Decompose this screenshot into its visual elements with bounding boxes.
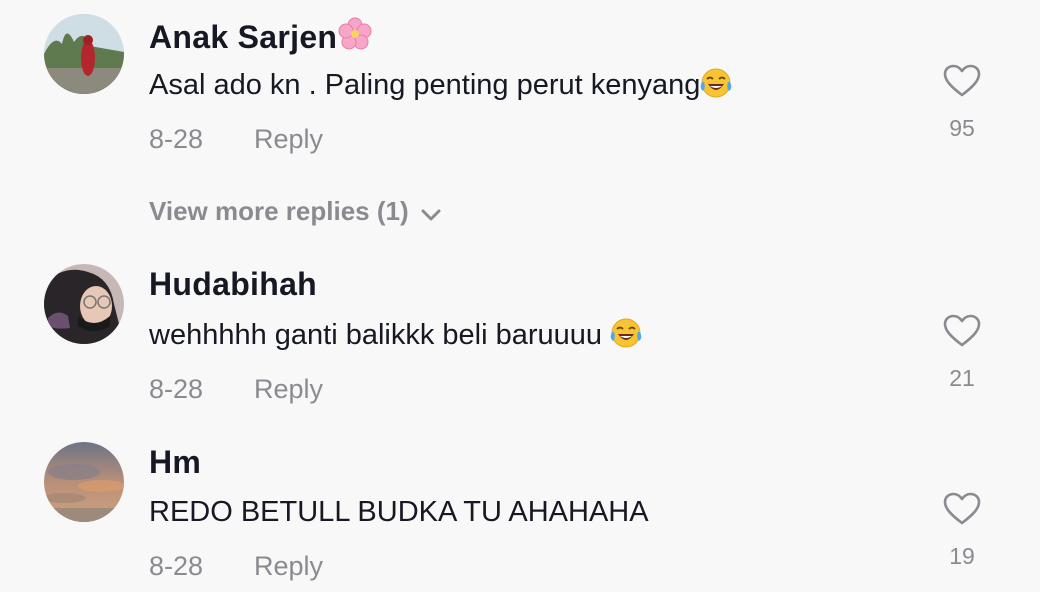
chevron-down-icon (421, 198, 441, 229)
comment-text: Asal ado kn . Paling penting perut kenya… (149, 68, 732, 106)
like-group: 21 (940, 314, 984, 392)
like-count: 95 (949, 115, 975, 141)
comment-date: 8-28 (149, 374, 204, 404)
heart-icon[interactable] (940, 64, 984, 103)
comment-meta: 8-28 Reply (149, 124, 323, 155)
comment-meta: 8-28 Reply (149, 551, 323, 582)
like-count: 21 (949, 365, 975, 391)
avatar[interactable] (44, 14, 124, 94)
reply-button[interactable]: Reply (254, 374, 323, 405)
comment-date: 8-28 (149, 124, 204, 154)
comment-username[interactable]: Anak Sarjen (149, 16, 373, 60)
face-with-tears-of-joy-icon (610, 318, 642, 356)
avatar[interactable] (44, 264, 124, 344)
view-more-replies-button[interactable]: View more replies (1) (149, 196, 441, 229)
comment-username[interactable]: Hm (149, 444, 201, 481)
like-count: 19 (949, 543, 975, 569)
heart-icon[interactable] (940, 314, 984, 353)
like-group: 95 (940, 64, 984, 142)
heart-icon[interactable] (940, 492, 984, 531)
face-with-tears-of-joy-icon (700, 68, 732, 106)
comment-text: REDO BETULL BUDKA TU AHAHAHA (149, 496, 649, 528)
avatar[interactable] (44, 442, 124, 522)
comment-username[interactable]: Hudabihah (149, 266, 317, 303)
cherry-blossom-icon (337, 16, 373, 60)
like-group: 19 (940, 492, 984, 570)
reply-button[interactable]: Reply (254, 124, 323, 155)
reply-button[interactable]: Reply (254, 551, 323, 582)
comment-meta: 8-28 Reply (149, 374, 323, 405)
comment-date: 8-28 (149, 551, 204, 581)
comment-text: wehhhhh ganti balikkk beli baruuuu (149, 318, 642, 356)
